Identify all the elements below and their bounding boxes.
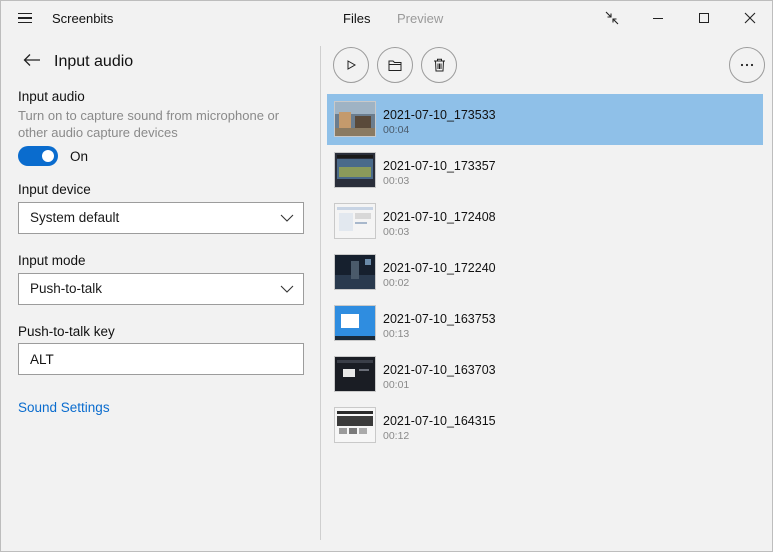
pane-divider [320, 46, 321, 540]
recording-name: 2021-07-10_173357 [383, 159, 496, 173]
input-audio-description: Turn on to capture sound from microphone… [18, 108, 280, 140]
input-device-select[interactable]: System default [18, 202, 304, 234]
maximize-icon [699, 13, 709, 23]
folder-icon [388, 60, 401, 71]
recording-name: 2021-07-10_163703 [383, 363, 496, 377]
delete-button[interactable] [421, 47, 457, 83]
recording-duration: 00:13 [383, 328, 410, 340]
page-title: Input audio [54, 53, 134, 70]
more-options-button[interactable] [729, 47, 765, 83]
app-window: Screenbits Files Preview Input audio Inp… [0, 0, 773, 552]
minimize-button[interactable] [635, 1, 681, 35]
list-item[interactable]: 2021-07-10_163703 00:01 [327, 349, 763, 400]
recording-duration: 00:12 [383, 430, 410, 442]
input-device-value: System default [30, 210, 120, 225]
maximize-button[interactable] [681, 1, 727, 35]
trash-icon [433, 58, 445, 72]
hamburger-icon[interactable] [11, 7, 39, 29]
recording-thumbnail [334, 254, 376, 290]
more-icon [740, 63, 754, 67]
back-arrow-icon[interactable] [21, 51, 43, 69]
input-mode-select[interactable]: Push-to-talk [18, 273, 304, 305]
compact-overlay-icon [605, 11, 619, 25]
recording-duration: 00:03 [383, 226, 410, 238]
list-item[interactable]: 2021-07-10_173533 00:04 [327, 94, 763, 145]
tab-files[interactable]: Files [343, 11, 370, 26]
recording-duration: 00:04 [383, 124, 410, 136]
list-item[interactable]: 2021-07-10_172408 00:03 [327, 196, 763, 247]
list-item[interactable]: 2021-07-10_172240 00:02 [327, 247, 763, 298]
input-audio-label: Input audio [18, 89, 85, 104]
recording-name: 2021-07-10_172408 [383, 210, 496, 224]
toggle-state-label: On [70, 149, 89, 164]
recording-thumbnail [334, 305, 376, 341]
minimize-icon [653, 18, 663, 19]
toggle-knob [42, 150, 54, 162]
input-audio-toggle[interactable] [18, 146, 58, 166]
tab-preview[interactable]: Preview [397, 11, 443, 26]
sound-settings-link[interactable]: Sound Settings [18, 400, 110, 415]
recording-name: 2021-07-10_172240 [383, 261, 496, 275]
recording-duration: 00:03 [383, 175, 410, 187]
recording-duration: 00:01 [383, 379, 410, 391]
settings-pane: Input audio Input audio Turn on to captu… [1, 35, 319, 551]
recording-thumbnail [334, 152, 376, 188]
recording-thumbnail [334, 203, 376, 239]
list-item[interactable]: 2021-07-10_173357 00:03 [327, 145, 763, 196]
recording-thumbnail [334, 407, 376, 443]
list-item[interactable]: 2021-07-10_163753 00:13 [327, 298, 763, 349]
list-item[interactable]: 2021-07-10_164315 00:12 [327, 400, 763, 451]
app-title: Screenbits [52, 11, 114, 26]
compact-overlay-button[interactable] [589, 1, 635, 35]
title-bar: Screenbits Files Preview [1, 1, 772, 35]
recording-name: 2021-07-10_164315 [383, 414, 496, 428]
close-icon [744, 12, 756, 24]
recording-duration: 00:02 [383, 277, 410, 289]
input-mode-value: Push-to-talk [30, 281, 103, 296]
recording-thumbnail [334, 101, 376, 137]
recording-name: 2021-07-10_173533 [383, 108, 496, 122]
open-folder-button[interactable] [377, 47, 413, 83]
input-mode-label: Input mode [18, 253, 86, 268]
recording-name: 2021-07-10_163753 [383, 312, 496, 326]
play-icon [347, 60, 357, 70]
input-device-label: Input device [18, 182, 91, 197]
chevron-down-icon [280, 285, 294, 293]
chevron-down-icon [280, 214, 294, 222]
push-to-talk-key-label: Push-to-talk key [18, 324, 115, 339]
recordings-list: 2021-07-10_173533 00:04 2021-07-10_17335… [327, 94, 763, 451]
close-button[interactable] [727, 1, 773, 35]
push-to-talk-key-input[interactable] [18, 343, 304, 375]
play-button[interactable] [333, 47, 369, 83]
recording-thumbnail [334, 356, 376, 392]
